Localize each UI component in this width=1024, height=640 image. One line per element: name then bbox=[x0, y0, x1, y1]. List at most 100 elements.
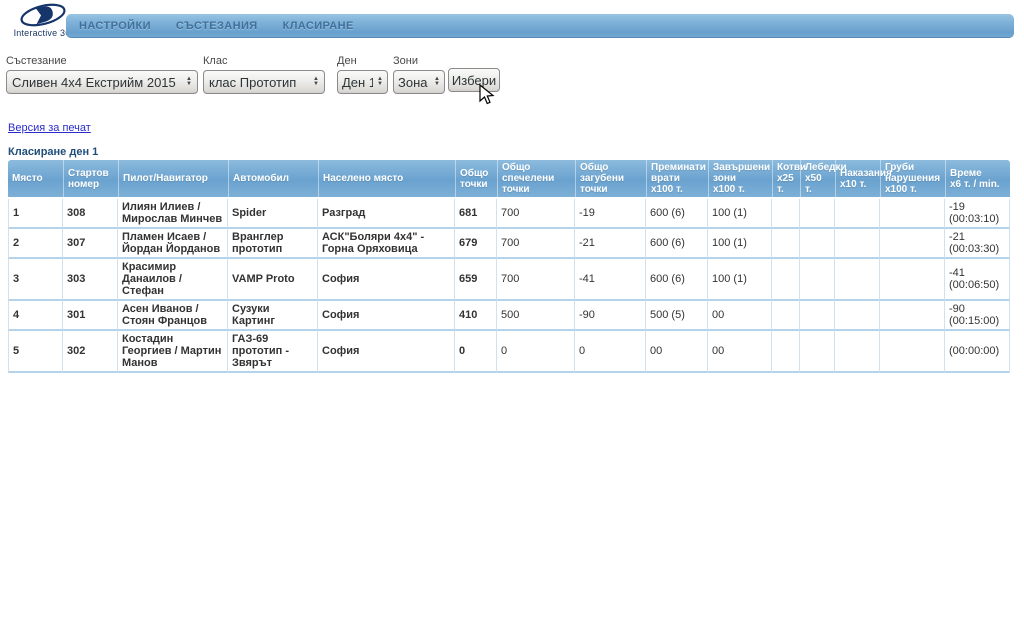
table-cell bbox=[835, 301, 880, 331]
table-cell: София bbox=[318, 259, 455, 301]
class-select-value: клас Прототип bbox=[209, 74, 297, 90]
table-cell: 303 bbox=[63, 259, 118, 301]
table-cell bbox=[880, 259, 945, 301]
table-row: 5 302 Костадин Георгиев / Мартин Манов ГАЗ-… bbox=[8, 331, 1010, 373]
select-spinner-icon: ▲ ▼ bbox=[313, 76, 319, 87]
brand-logo-icon bbox=[20, 3, 66, 27]
select-button[interactable]: Избери bbox=[448, 68, 500, 92]
class-filter-group: Клас клас Прототип ▲ ▼ bbox=[203, 55, 325, 94]
select-spinner-icon: ▲ ▼ bbox=[434, 76, 440, 87]
table-cell: 1 bbox=[8, 199, 63, 229]
table-cell bbox=[835, 229, 880, 259]
table-cell: -90 (00:15:00) bbox=[945, 301, 1010, 331]
table-cell: 700 bbox=[497, 229, 575, 259]
column-header: Общо спечелени точки bbox=[497, 160, 575, 199]
table-cell bbox=[772, 301, 800, 331]
table-cell bbox=[835, 199, 880, 229]
table-body: 1 308 Илиян Илиев / Мирослав Минчев Spider Р… bbox=[8, 199, 1010, 373]
table-header: Място Стартов номер Пилот/Навигатор Автомоб… bbox=[8, 160, 1010, 199]
table-cell: 3 bbox=[8, 259, 63, 301]
table-cell: VAMP Proto bbox=[228, 259, 318, 301]
table-cell: -19 (00:03:10) bbox=[945, 199, 1010, 229]
table-cell bbox=[800, 331, 835, 373]
table-cell: 00 bbox=[708, 301, 772, 331]
table-cell: 0 bbox=[575, 331, 646, 373]
table-cell: 100 (1) bbox=[708, 229, 772, 259]
rankings-table: Място Стартов номер Пилот/Навигатор Автомоб… bbox=[8, 160, 1010, 373]
table-cell: -19 bbox=[575, 199, 646, 229]
table-cell: Асен Иванов / Стоян Францов bbox=[118, 301, 228, 331]
competition-select[interactable]: Сливен 4x4 Екстрийм 2015 ▲ ▼ bbox=[6, 70, 198, 94]
table-cell: 500 (5) bbox=[646, 301, 708, 331]
table-cell: Spider bbox=[228, 199, 318, 229]
table-cell: 600 (6) bbox=[646, 199, 708, 229]
print-version-link[interactable]: Версия за печат bbox=[8, 122, 91, 134]
table-cell: 307 bbox=[63, 229, 118, 259]
table-cell: 00 bbox=[646, 331, 708, 373]
nav-item-settings[interactable]: НАСТРОЙКИ bbox=[79, 20, 151, 32]
table-cell: -21 (00:03:30) bbox=[945, 229, 1010, 259]
table-cell: 681 bbox=[455, 199, 497, 229]
column-header: Общо загубени точки bbox=[575, 160, 646, 199]
table-cell: -41 bbox=[575, 259, 646, 301]
zones-label: Зони bbox=[393, 55, 418, 67]
table-cell: 600 (6) bbox=[646, 259, 708, 301]
column-header: Общо точки bbox=[455, 160, 497, 199]
table-cell: Разград bbox=[318, 199, 455, 229]
competition-label: Състезание bbox=[6, 55, 67, 67]
table-cell: Сузуки Картинг bbox=[228, 301, 318, 331]
column-header: Груби нарушения x100 т. bbox=[880, 160, 945, 199]
table-row: 3 303 Красимир Данаилов / Стефан VAMP Proto… bbox=[8, 259, 1010, 301]
table-cell: 2 bbox=[8, 229, 63, 259]
table-cell bbox=[880, 301, 945, 331]
zone-select[interactable]: Зона 4 ▲▼ bbox=[393, 70, 445, 94]
column-header: Място bbox=[8, 160, 63, 199]
nav-item-competitions[interactable]: СЪСТЕЗАНИЯ bbox=[176, 20, 258, 32]
table-row: 1 308 Илиян Илиев / Мирослав Минчев Spider Р… bbox=[8, 199, 1010, 229]
table-cell: -41 (00:06:50) bbox=[945, 259, 1010, 301]
table-cell: 00 bbox=[708, 331, 772, 373]
zone-select-value: Зона 4 bbox=[398, 74, 430, 90]
table-cell: 100 (1) bbox=[708, 259, 772, 301]
table-row: 2 307 Пламен Исаев / Йордан Йорданов Врангл… bbox=[8, 229, 1010, 259]
table-cell bbox=[800, 229, 835, 259]
table-cell: Пламен Исаев / Йордан Йорданов bbox=[118, 229, 228, 259]
table-cell bbox=[835, 259, 880, 301]
column-header: Пилот/Навигатор bbox=[118, 160, 228, 199]
column-header: Лебедки x50 т. bbox=[800, 160, 847, 199]
class-select[interactable]: клас Прототип ▲ ▼ bbox=[203, 70, 325, 94]
page: Interactive 3G НАСТРОЙКИ СЪСТЕЗАНИЯ КЛАС… bbox=[0, 0, 1024, 640]
table-cell: 5 bbox=[8, 331, 63, 373]
column-header: Стартов номер bbox=[63, 160, 118, 199]
table-cell bbox=[880, 199, 945, 229]
table-cell bbox=[772, 259, 800, 301]
table-cell: 0 bbox=[497, 331, 575, 373]
nav-item-rankings[interactable]: КЛАСИРАНЕ bbox=[283, 20, 354, 32]
table-cell: Красимир Данаилов / Стефан bbox=[118, 259, 228, 301]
column-header: Време x6 т. / min. bbox=[945, 160, 1010, 199]
table-cell bbox=[880, 331, 945, 373]
table-cell: 410 bbox=[455, 301, 497, 331]
table-cell bbox=[800, 301, 835, 331]
section-title: Класиране ден 1 bbox=[8, 146, 99, 158]
column-header: Котви x25 т. bbox=[772, 160, 806, 199]
day-select[interactable]: Ден 1 ▲ ▼ bbox=[337, 70, 388, 94]
table-cell: 4 bbox=[8, 301, 63, 331]
table-cell: 301 bbox=[63, 301, 118, 331]
table-cell: 308 bbox=[63, 199, 118, 229]
table-cell: (00:00:00) bbox=[945, 331, 1010, 373]
table-row: 4 301 Асен Иванов / Стоян Францов Сузуки Ка… bbox=[8, 301, 1010, 331]
table-cell: 659 bbox=[455, 259, 497, 301]
table-cell bbox=[772, 229, 800, 259]
column-header: Населено място bbox=[318, 160, 455, 199]
table-cell: -21 bbox=[575, 229, 646, 259]
table-header-row: Място Стартов номер Пилот/Навигатор Автомоб… bbox=[8, 160, 1010, 199]
main-nav: НАСТРОЙКИ СЪСТЕЗАНИЯ КЛАСИРАНЕ bbox=[66, 14, 1014, 38]
table-cell bbox=[835, 331, 880, 373]
day-select-value: Ден 1 bbox=[342, 74, 374, 90]
table-cell bbox=[880, 229, 945, 259]
table-cell: 0 bbox=[455, 331, 497, 373]
table-cell: 679 bbox=[455, 229, 497, 259]
table-cell: 100 (1) bbox=[708, 199, 772, 229]
day-label: Ден bbox=[337, 55, 357, 67]
